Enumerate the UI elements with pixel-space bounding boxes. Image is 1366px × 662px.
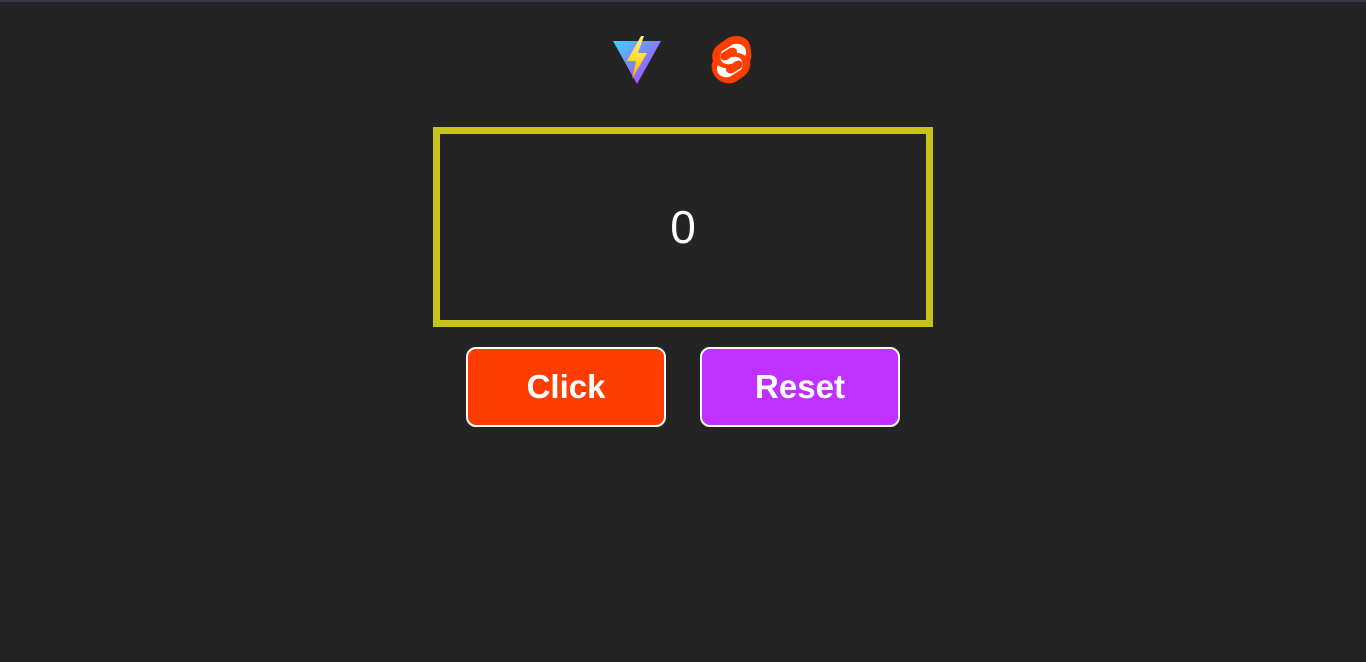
counter-value: 0 — [670, 201, 696, 253]
window-top-border — [0, 0, 1366, 2]
reset-button[interactable]: Reset — [700, 347, 900, 427]
vite-logo-icon[interactable] — [611, 35, 663, 85]
logo-bar — [0, 33, 1366, 87]
click-button[interactable]: Click — [466, 347, 666, 427]
counter-display: 0 — [433, 127, 933, 327]
svelte-logo-icon[interactable] — [710, 35, 756, 87]
